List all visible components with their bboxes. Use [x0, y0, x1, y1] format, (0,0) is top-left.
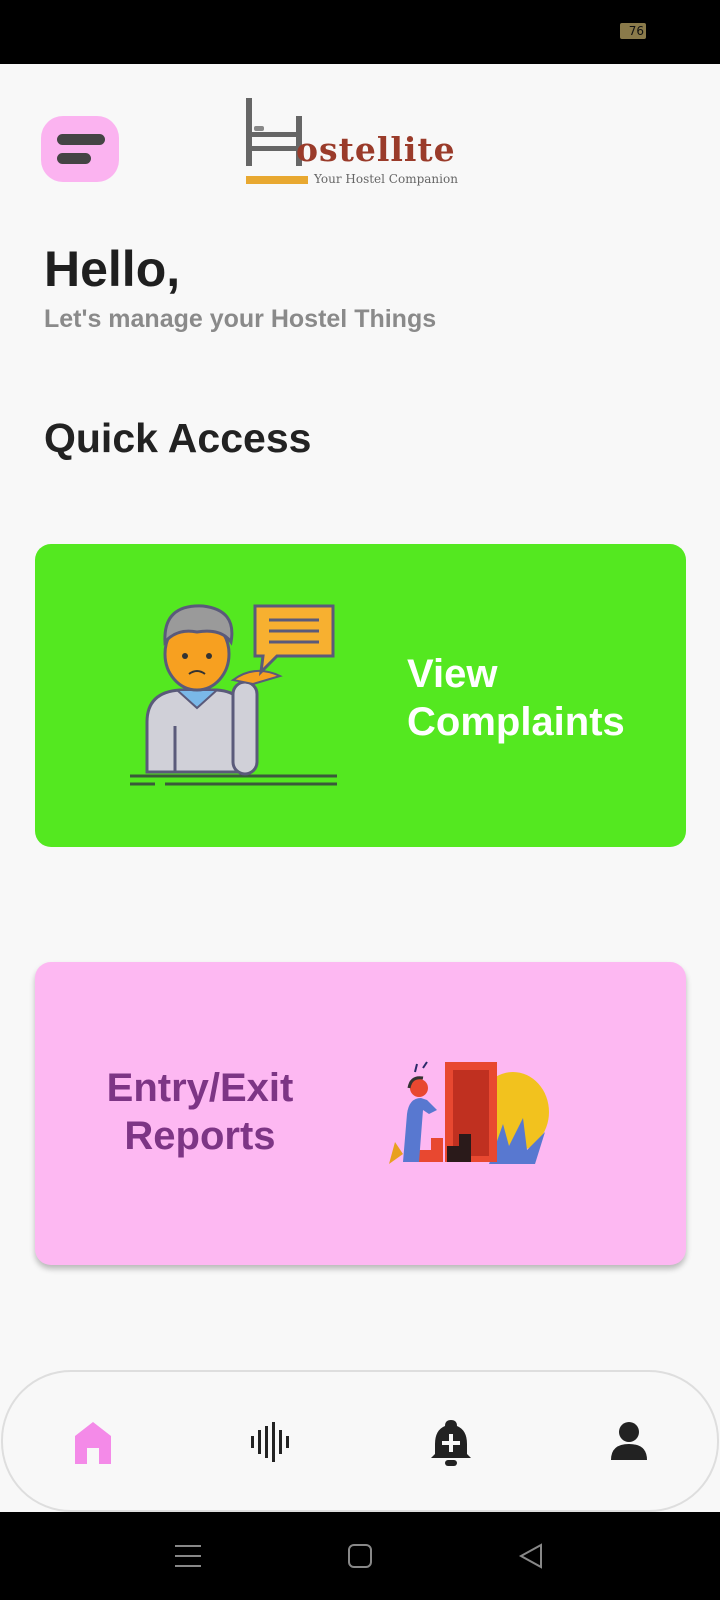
person-icon[interactable]	[599, 1412, 659, 1472]
greeting-subtitle: Let's manage your Hostel Things	[44, 305, 437, 333]
greeting-title: Hello,	[44, 241, 181, 297]
card-title: Entry/Exit Reports	[85, 1064, 315, 1160]
waveform-icon[interactable]	[241, 1412, 301, 1472]
card-title-line2: Reports	[124, 1114, 276, 1158]
menu-icon	[57, 134, 105, 145]
home-icon[interactable]	[63, 1412, 123, 1472]
menu-icon-bar	[57, 153, 91, 164]
card-title-line1: Entry/Exit	[106, 1066, 294, 1110]
entry-exit-reports-card[interactable]: Entry/Exit Reports	[35, 962, 686, 1265]
system-navigation-bar	[0, 1512, 720, 1600]
battery-indicator: 76	[620, 23, 646, 39]
section-title: Quick Access	[44, 415, 312, 461]
bottom-navigation	[1, 1370, 719, 1512]
home-square-icon[interactable]	[345, 1541, 375, 1571]
add-alert-icon[interactable]	[421, 1412, 481, 1472]
status-bar: 76	[0, 0, 720, 64]
menu-button[interactable]	[41, 116, 119, 182]
view-complaints-card[interactable]: View Complaints	[35, 544, 686, 847]
back-triangle-icon[interactable]	[517, 1541, 547, 1571]
exit-door-icon	[389, 1061, 549, 1164]
card-title-line1: View	[407, 652, 498, 696]
complaint-person-icon	[130, 604, 337, 786]
logo-tagline: Your Hostel Companion	[314, 172, 458, 186]
app-logo: ostellite Your Hostel Companion	[246, 96, 476, 192]
card-title: View Complaints	[407, 650, 625, 746]
menu-icon[interactable]	[173, 1541, 203, 1571]
logo-text: ostellite	[296, 130, 456, 169]
card-title-line2: Complaints	[407, 700, 625, 744]
